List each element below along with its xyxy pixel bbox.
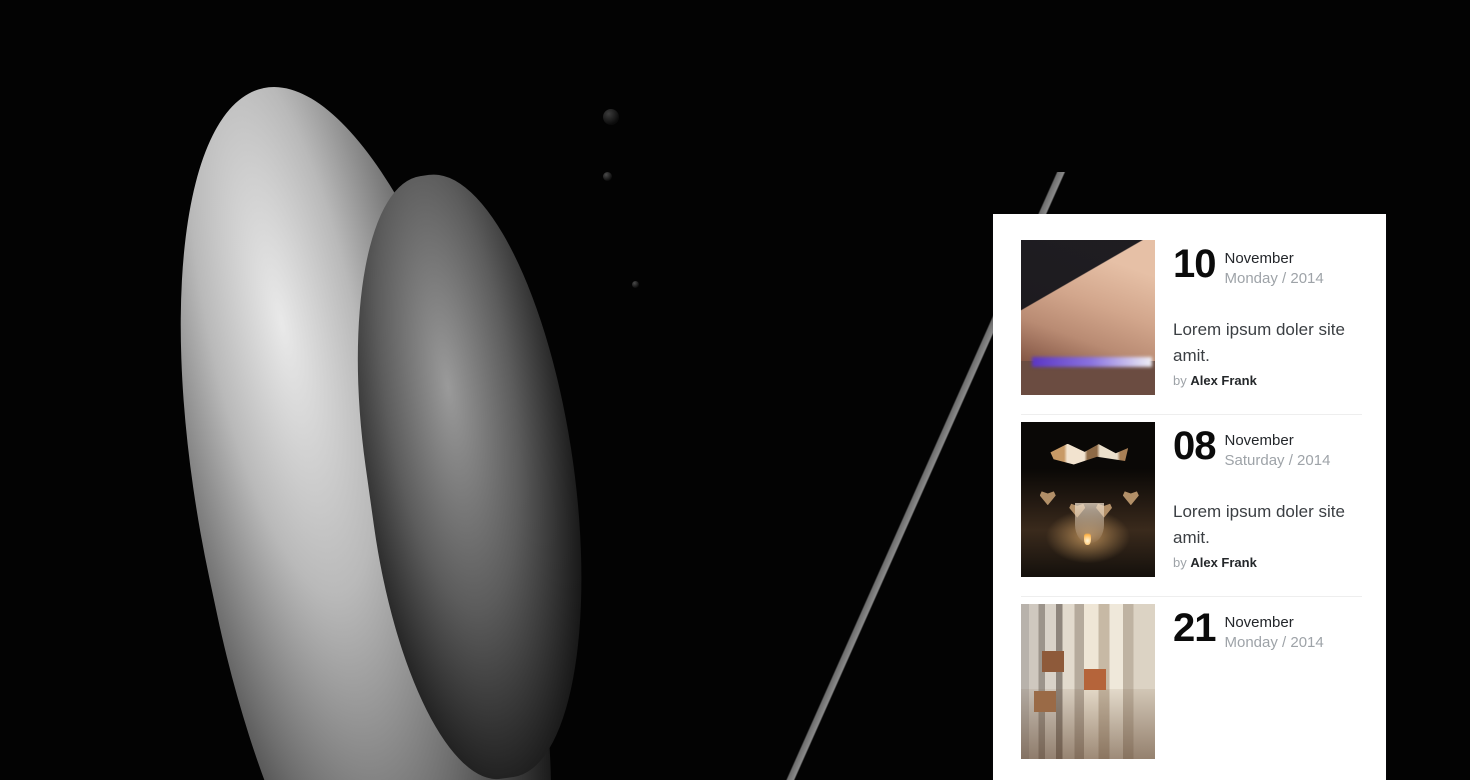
news-day-number: 10	[1173, 242, 1216, 286]
news-thumbnail	[1021, 240, 1155, 395]
media-photo-card[interactable]	[0, 0, 1470, 780]
news-item-body: 10 November Monday / 2014 Lorem ipsum do…	[1155, 240, 1364, 395]
news-subline-label: Monday / 2014	[1224, 270, 1324, 288]
news-list-item[interactable]: 08 November Saturday / 2014 Lorem ipsum …	[993, 415, 1386, 577]
thumbnail-carousel-vane	[1050, 443, 1129, 465]
news-month-label: November	[1224, 614, 1294, 631]
thumbnail-candle-flame	[1083, 530, 1091, 545]
thumbnail-city-street	[1021, 604, 1155, 759]
news-month-label: November	[1224, 432, 1294, 449]
news-item-body: 08 November Saturday / 2014 Lorem ipsum …	[1155, 422, 1364, 577]
news-by-prefix: by	[1173, 554, 1187, 570]
news-author-name: Alex Frank	[1190, 554, 1257, 570]
news-thumbnail	[1021, 604, 1155, 759]
thumbnail-phone-in-hands	[1021, 240, 1155, 395]
news-month-label: November	[1224, 250, 1294, 267]
news-by-prefix: by	[1173, 372, 1187, 388]
news-author-line: by Alex Frank	[1173, 555, 1364, 570]
news-subline-label: Monday / 2014	[1224, 634, 1324, 652]
thumbnail-candle-carousel	[1021, 422, 1155, 577]
black-and-white-performer-photo	[0, 0, 1470, 780]
news-author-line: by Alex Frank	[1173, 373, 1364, 388]
news-day-number: 21	[1173, 606, 1216, 650]
news-dateline: 10 November Monday / 2014	[1173, 242, 1364, 290]
news-author-name: Alex Frank	[1190, 372, 1257, 388]
news-day-number: 08	[1173, 424, 1216, 468]
news-subline-label: Saturday / 2014	[1224, 452, 1331, 470]
news-list-item[interactable]: 21 November Monday / 2014	[993, 597, 1386, 759]
news-list-item[interactable]: 10 November Monday / 2014 Lorem ipsum do…	[993, 233, 1386, 395]
news-dateline: 21 November Monday / 2014	[1173, 606, 1364, 654]
news-excerpt: Lorem ipsum doler site amit.	[1173, 319, 1345, 365]
news-list-card: 10 November Monday / 2014 Lorem ipsum do…	[993, 214, 1386, 780]
app-root: E 资源君 eyunzhu.com/vdisk Modern Ui Kit	[0, 0, 1470, 780]
news-thumbnail	[1021, 422, 1155, 577]
news-item-body: 21 November Monday / 2014	[1155, 604, 1364, 759]
news-dateline: 08 November Saturday / 2014	[1173, 424, 1364, 472]
news-excerpt: Lorem ipsum doler site amit.	[1173, 501, 1345, 547]
